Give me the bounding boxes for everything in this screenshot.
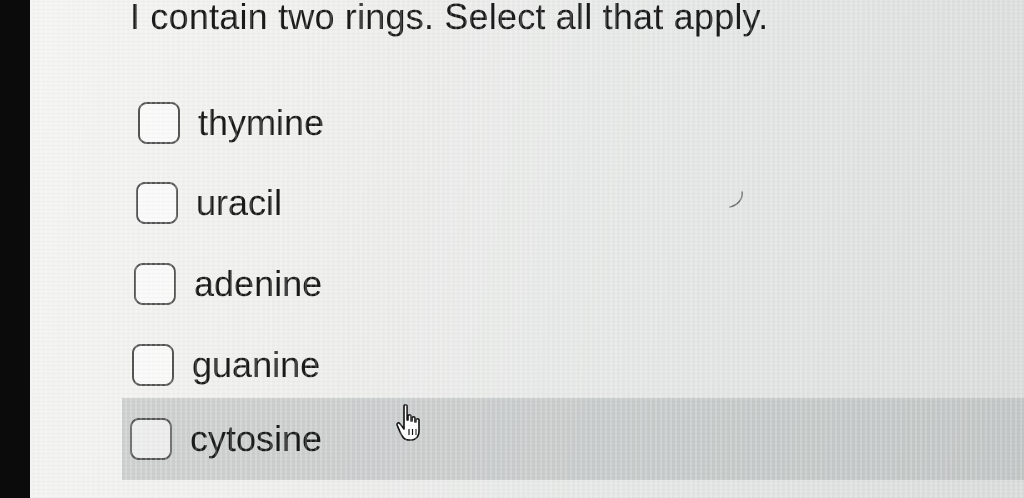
option-uracil[interactable]: uracil: [136, 172, 282, 234]
quiz-screen: I contain two rings. Select all that app…: [30, 0, 1024, 498]
stray-mark-icon: [729, 191, 743, 208]
option-cytosine[interactable]: cytosine: [122, 398, 1024, 480]
hand-pointer-icon: [396, 404, 420, 441]
option-label: thymine: [198, 102, 325, 143]
option-label: cytosine: [190, 418, 323, 459]
option-guanine[interactable]: guanine: [132, 334, 320, 396]
checkbox[interactable]: [130, 418, 172, 460]
question-text: I contain two rings. Select all that app…: [130, 0, 769, 37]
checkbox[interactable]: [136, 182, 178, 224]
checkbox[interactable]: [134, 263, 176, 305]
option-thymine[interactable]: thymine: [138, 92, 324, 154]
option-label: guanine: [192, 344, 321, 385]
checkbox[interactable]: [132, 344, 174, 386]
option-adenine[interactable]: adenine: [134, 253, 322, 315]
option-label: adenine: [194, 263, 323, 304]
option-label: uracil: [196, 182, 283, 223]
checkbox[interactable]: [138, 102, 180, 144]
